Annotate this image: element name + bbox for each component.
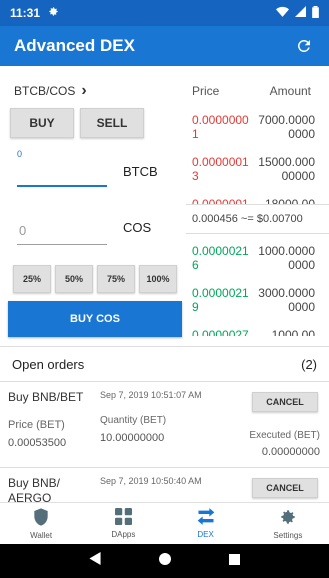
percent-100-button[interactable]: 100% [139, 265, 177, 293]
system-nav-bar [0, 544, 329, 578]
home-icon[interactable] [159, 552, 171, 570]
order-book: Price Amount 0.00000001 7000.00000000 0.… [186, 66, 329, 336]
mid-price: 0.000456 ~= $0.00700 [186, 204, 329, 234]
nav-wallet[interactable]: Wallet [0, 503, 82, 544]
amount-input[interactable] [17, 161, 107, 187]
back-icon[interactable] [89, 552, 101, 570]
buy-order-row[interactable]: 0.00000216 1000.00000000 [186, 244, 329, 284]
order-qty-label: Quantity (BET) [100, 415, 167, 426]
nav-dapps-label: DApps [111, 530, 136, 539]
buy-order-row[interactable]: 0.00000219 3000.00000000 [186, 286, 329, 326]
order-qty: 10.00000000 [100, 432, 165, 444]
page-title: Advanced DEX [14, 36, 135, 55]
sell-amount: 7000.00000000 [258, 113, 315, 141]
recents-icon[interactable] [229, 552, 240, 570]
battery-icon [312, 5, 319, 21]
amount-header: Amount [269, 84, 311, 98]
sell-order-row[interactable]: 0.00000001 7000.00000000 [186, 113, 329, 153]
buy-tab[interactable]: BUY [10, 108, 74, 138]
buy-price: 0.00000216 [192, 244, 249, 272]
shield-icon [33, 507, 49, 528]
nav-dex-label: DEX [197, 530, 214, 539]
refresh-icon[interactable] [293, 35, 315, 57]
pair-label: BTCB/COS [14, 84, 76, 98]
open-orders-header: Open orders (2) [0, 346, 329, 382]
total-input[interactable]: 0 [17, 223, 107, 245]
grid-icon [114, 508, 132, 527]
buy-amount: 3000.00000000 [258, 286, 315, 314]
nav-settings-label: Settings [273, 530, 303, 540]
nav-settings[interactable]: Settings [247, 503, 329, 544]
order-pair: Buy BNB/BET [8, 390, 84, 404]
buy-amount: 1000.00000000 [258, 244, 315, 272]
bottom-nav: Wallet DApps DEX Settings [0, 502, 329, 544]
wifi-icon [276, 6, 289, 20]
order-price-label: Price (BET) [8, 419, 65, 431]
buy-price: 0.0000027 [192, 328, 249, 336]
swap-icon [196, 508, 216, 527]
buy-amount: 1000.00 [271, 328, 315, 336]
sell-tab[interactable]: SELL [80, 108, 144, 138]
order-price: 0.00053500 [8, 437, 67, 449]
sell-order-row[interactable]: 0.00000013 15000.00000000 [186, 155, 329, 195]
amount-hint: 0 [17, 149, 23, 159]
percent-75-button[interactable]: 75% [97, 265, 135, 293]
buy-price: 0.00000219 [192, 286, 249, 314]
gear-status-icon [48, 6, 59, 20]
chevron-right-icon: › [81, 82, 87, 99]
nav-dapps[interactable]: DApps [82, 503, 164, 544]
open-orders-title: Open orders [12, 356, 85, 372]
trade-panel: BTCB/COS › BUY SELL 0 BTCB 0 COS 25% 50%… [0, 66, 186, 346]
gear-icon [279, 508, 297, 528]
sell-amount: 15000.00000000 [258, 155, 315, 183]
sell-price: 0.00000001 [192, 113, 249, 141]
cancel-order-button[interactable]: CANCEL [252, 392, 318, 412]
status-time: 11:31 [10, 6, 41, 20]
cancel-order-button[interactable]: CANCEL [252, 478, 318, 498]
order-executed: 0.00000000 [261, 446, 320, 458]
amount-unit: BTCB [123, 164, 158, 179]
app-bar: Advanced DEX [0, 26, 329, 66]
percent-25-button[interactable]: 25% [13, 265, 51, 293]
nav-wallet-label: Wallet [30, 530, 53, 540]
nav-dex[interactable]: DEX [165, 503, 247, 544]
signal-icon [295, 6, 306, 20]
sell-price: 0.00000013 [192, 155, 249, 183]
total-unit: COS [123, 220, 152, 235]
submit-buy-button[interactable]: BUY COS [8, 301, 182, 337]
buy-order-row[interactable]: 0.0000027 1000.00 [186, 328, 329, 336]
price-header: Price [192, 84, 220, 98]
order-date: Sep 7, 2019 10:51:07 AM [100, 390, 202, 400]
status-bar: 11:31 [0, 0, 329, 26]
order-date: Sep 7, 2019 10:50:40 AM [100, 476, 202, 486]
open-order-item: Buy BNB/BET Sep 7, 2019 10:51:07 AM CANC… [0, 382, 329, 468]
percent-50-button[interactable]: 50% [55, 265, 93, 293]
pair-selector[interactable]: BTCB/COS › [14, 82, 87, 100]
order-executed-label: Executed (BET) [249, 430, 320, 441]
open-orders-count: (2) [301, 356, 317, 372]
